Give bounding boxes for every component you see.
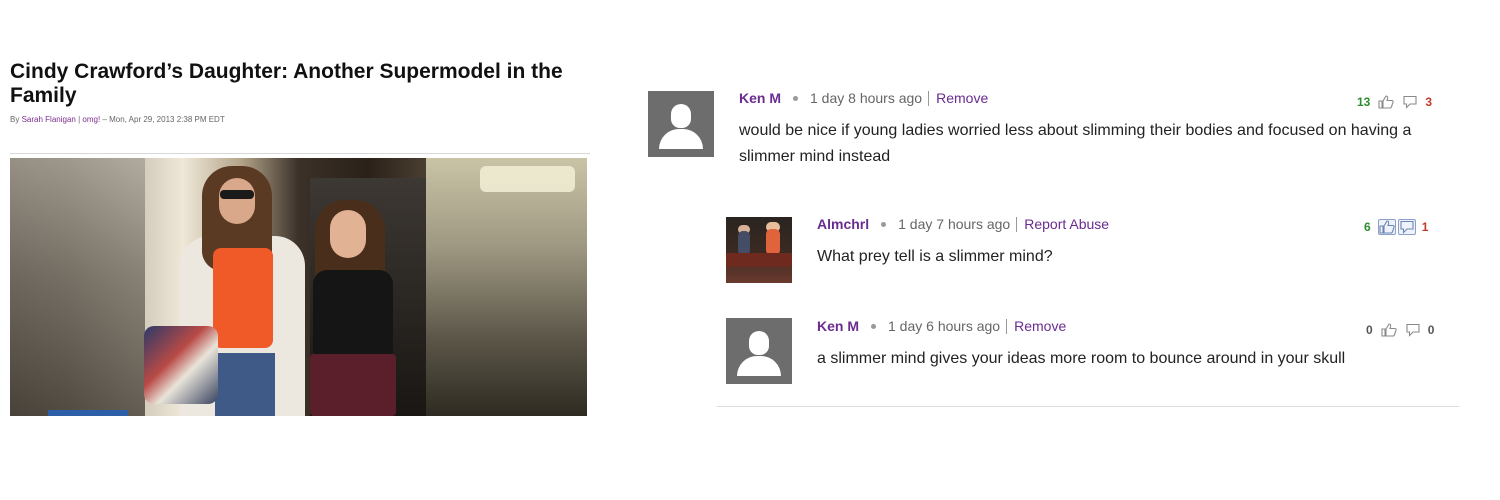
comment-time: 1 day 8 hours ago <box>810 90 923 106</box>
comment-votes: 13 3 <box>1357 94 1432 110</box>
comment-text: would be nice if young ladies worried le… <box>739 122 1412 165</box>
thumbs-up-icon[interactable] <box>1377 219 1396 235</box>
thumbs-up-count: 0 <box>1366 323 1373 337</box>
reply-votes: 0 0 <box>1366 322 1434 338</box>
thumbs-down-icon[interactable] <box>1404 322 1422 338</box>
thumbs-up-count: 13 <box>1357 95 1371 109</box>
byline-prefix: By <box>10 115 20 124</box>
comment-meta: Ken M 1 day 8 hours ago Remove <box>739 89 988 108</box>
avatar-almchrl[interactable] <box>726 217 792 283</box>
reply-votes: 6 1 <box>1364 219 1428 235</box>
thumbs-up-icon[interactable] <box>1380 322 1398 338</box>
thumbs-down-count: 0 <box>1427 323 1435 337</box>
comment-username[interactable]: Ken M <box>739 90 781 106</box>
reply-time: 1 day 7 hours ago <box>898 216 1011 232</box>
remove-link[interactable]: Remove <box>936 90 988 106</box>
thumbs-down-icon[interactable] <box>1397 219 1416 235</box>
byline-separator: | <box>78 115 81 124</box>
reply-text: What prey tell is a slimmer mind? <box>817 248 1053 265</box>
article-divider <box>10 153 590 154</box>
thumbs-up-icon[interactable] <box>1377 94 1395 110</box>
article-date: – Mon, Apr 29, 2013 2:38 PM EDT <box>102 115 225 124</box>
reply-meta: Ken M 1 day 6 hours ago Remove <box>817 317 1066 336</box>
reply-username[interactable]: Almchrl <box>817 216 869 232</box>
avatar-ken-m[interactable] <box>726 318 792 384</box>
comments-divider <box>717 406 1459 407</box>
source-link[interactable]: omg! <box>82 115 100 124</box>
article-panel: Cindy Crawford’s Daughter: Another Super… <box>10 60 590 416</box>
article-title: Cindy Crawford’s Daughter: Another Super… <box>10 60 563 107</box>
thumbs-up-count: 6 <box>1364 220 1371 234</box>
byline: By Sarah Flanigan | omg! – Mon, Apr 29, … <box>10 115 590 125</box>
avatar-ken-m[interactable] <box>648 91 714 157</box>
reply-time: 1 day 6 hours ago <box>888 318 1001 334</box>
thumbs-down-count: 1 <box>1421 220 1429 234</box>
thumbs-down-count: 3 <box>1425 95 1433 109</box>
thumbs-down-icon[interactable] <box>1401 94 1419 110</box>
reply-meta: Almchrl 1 day 7 hours ago Report Abuse <box>817 215 1109 234</box>
report-abuse-link[interactable]: Report Abuse <box>1024 216 1109 232</box>
remove-link[interactable]: Remove <box>1014 318 1066 334</box>
reply-text: a slimmer mind gives your ideas more roo… <box>817 350 1346 367</box>
reply-username[interactable]: Ken M <box>817 318 859 334</box>
article-photo <box>10 158 587 416</box>
author-link[interactable]: Sarah Flanigan <box>22 115 76 124</box>
